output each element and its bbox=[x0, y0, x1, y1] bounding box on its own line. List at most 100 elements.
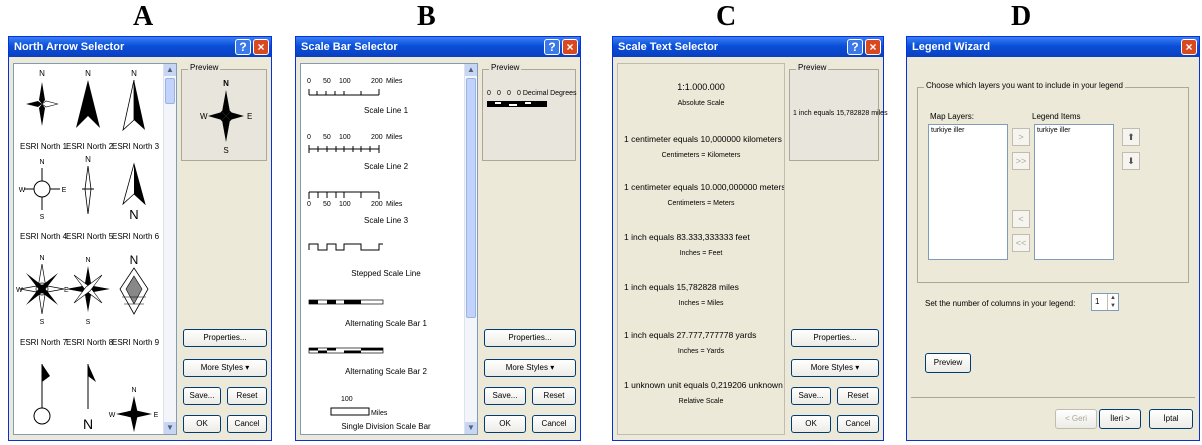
list-item-main: 1 unknown unit equals 0,219206 unknown u… bbox=[624, 380, 784, 390]
stepper-arrows-icon[interactable]: ▲ ▼ bbox=[1107, 294, 1118, 310]
scroll-up-icon[interactable]: ▲ bbox=[465, 64, 477, 76]
preview-button[interactable]: Preview bbox=[925, 353, 971, 373]
reset-button[interactable]: Reset bbox=[532, 387, 576, 405]
north-arrow-selector-window: North Arrow Selector ? × N N N N W E S N bbox=[8, 36, 272, 441]
properties-button[interactable]: Properties... bbox=[183, 329, 267, 347]
scrollbar[interactable]: ▲ ▼ bbox=[163, 64, 176, 434]
tick-label: 0 bbox=[307, 201, 311, 208]
map-layer-item[interactable]: turkiye iller bbox=[931, 127, 964, 134]
scale-bar-preview bbox=[487, 101, 547, 107]
cancel-button[interactable]: Cancel bbox=[837, 415, 879, 433]
save-button[interactable]: Save... bbox=[484, 387, 526, 405]
scale-text-list[interactable]: 1:1.000.000 Absolute Scale 1 centimeter … bbox=[617, 63, 785, 435]
save-button[interactable]: Save... bbox=[183, 387, 221, 405]
svg-text:N: N bbox=[39, 159, 44, 166]
panel-letter-b: B bbox=[417, 1, 436, 32]
panel-letter-a: A bbox=[133, 1, 154, 32]
add-all-layers-button[interactable]: >> bbox=[1012, 152, 1030, 170]
window-title: Legend Wizard bbox=[912, 41, 991, 53]
compass-n: N bbox=[223, 79, 229, 88]
cancel-button[interactable]: İptal bbox=[1149, 409, 1193, 429]
window-title: Scale Text Selector bbox=[618, 41, 719, 53]
list-item-label: Alternating Scale Bar 1 bbox=[345, 319, 427, 328]
unit-label: Miles bbox=[371, 410, 388, 417]
tick-label: 200 bbox=[371, 78, 383, 85]
list-item-sub: Centimeters = Kilometers bbox=[661, 152, 741, 159]
ok-button[interactable]: OK bbox=[791, 415, 831, 433]
ok-button[interactable]: OK bbox=[484, 415, 526, 433]
map-layers-list[interactable]: turkiye iller bbox=[928, 124, 1008, 260]
close-icon[interactable]: × bbox=[253, 39, 269, 55]
title-bar: Scale Bar Selector bbox=[296, 37, 580, 57]
help-icon[interactable]: ? bbox=[235, 39, 251, 55]
svg-text:W: W bbox=[19, 187, 26, 194]
list-item-main: 1:1.000.000 bbox=[677, 82, 725, 92]
more-styles-button[interactable]: More Styles ▾ bbox=[183, 359, 267, 377]
layers-group: Choose which layers you want to include … bbox=[917, 81, 1189, 283]
scale-text-selector-window: Scale Text Selector ? × 1:1.000.000 Abso… bbox=[612, 36, 888, 441]
tick-label: 100 bbox=[341, 396, 353, 403]
more-styles-button[interactable]: More Styles ▾ bbox=[791, 359, 879, 377]
dropdown-arrow-icon: ▾ bbox=[550, 363, 555, 372]
map-layers-label: Map Layers: bbox=[930, 112, 975, 121]
preview-unit: 0 Decimal Degrees bbox=[517, 90, 577, 97]
columns-stepper[interactable]: 1 ▲ ▼ bbox=[1091, 293, 1119, 311]
preview-text: 1 inch equals 15,782828 miles bbox=[793, 110, 888, 117]
close-icon[interactable]: × bbox=[562, 39, 578, 55]
columns-label: Set the number of columns in your legend… bbox=[925, 299, 1076, 308]
unit-label: Miles bbox=[386, 78, 403, 85]
preview-group: Preview 0 0 0 0 Decimal Degrees bbox=[482, 63, 577, 161]
legend-items-list[interactable]: turkiye iller bbox=[1034, 124, 1114, 260]
add-layer-button[interactable]: > bbox=[1012, 128, 1030, 146]
scroll-up-icon[interactable]: ▲ bbox=[164, 64, 176, 76]
help-icon[interactable]: ? bbox=[847, 39, 863, 55]
remove-all-layers-button[interactable]: << bbox=[1012, 234, 1030, 252]
move-up-icon[interactable]: ⬆ bbox=[1122, 128, 1140, 146]
divider bbox=[911, 397, 1195, 398]
list-item-label: ESRI North 1 bbox=[20, 142, 68, 151]
more-styles-button[interactable]: More Styles ▾ bbox=[484, 359, 576, 377]
save-button[interactable]: Save... bbox=[791, 387, 831, 405]
list-item-label: ESRI North 9 bbox=[112, 338, 160, 347]
properties-button[interactable]: Properties... bbox=[791, 329, 879, 347]
north-arrow-list[interactable]: N N N N WE S N N N W E S N S N N N W E E… bbox=[13, 63, 177, 435]
tick-label: 200 bbox=[371, 134, 383, 141]
compass-e: E bbox=[247, 112, 252, 121]
move-down-icon[interactable]: ⬇ bbox=[1122, 152, 1140, 170]
list-item-label: Single Division Scale Bar bbox=[341, 422, 431, 431]
close-icon[interactable]: × bbox=[1181, 39, 1197, 55]
svg-text:N: N bbox=[131, 69, 137, 78]
scroll-down-icon[interactable]: ▼ bbox=[164, 422, 176, 434]
tick-label: 100 bbox=[339, 78, 351, 85]
properties-button[interactable]: Properties... bbox=[484, 329, 576, 347]
help-icon[interactable]: ? bbox=[544, 39, 560, 55]
list-item-sub: Relative Scale bbox=[678, 398, 724, 405]
back-button[interactable]: < Geri bbox=[1055, 409, 1097, 429]
remove-layer-button[interactable]: < bbox=[1012, 210, 1030, 228]
cancel-button[interactable]: Cancel bbox=[227, 415, 267, 433]
scale-bar-list[interactable]: 0 50 100 200 Miles Scale Line 1 0 50 100… bbox=[300, 63, 478, 435]
panel-letter-c: C bbox=[716, 1, 737, 32]
list-item-main: 1 centimeter equals 10.000,000000 meters bbox=[624, 182, 785, 192]
close-icon[interactable]: × bbox=[865, 39, 881, 55]
scroll-down-icon[interactable]: ▼ bbox=[465, 422, 477, 434]
scrollbar[interactable]: ▲ ▼ bbox=[464, 64, 477, 434]
list-item-label: Stepped Scale Line bbox=[351, 269, 421, 278]
svg-text:N: N bbox=[85, 69, 91, 78]
reset-button[interactable]: Reset bbox=[837, 387, 879, 405]
reset-button[interactable]: Reset bbox=[227, 387, 267, 405]
tick-label: 0 bbox=[307, 78, 311, 85]
title-bar: Legend Wizard bbox=[907, 37, 1199, 57]
ok-button[interactable]: OK bbox=[183, 415, 221, 433]
legend-item[interactable]: turkiye iller bbox=[1037, 127, 1070, 134]
list-item-main: 1 inch equals 83.333,333333 feet bbox=[624, 232, 750, 242]
list-item-label: ESRI North 5 bbox=[66, 232, 114, 241]
north-arrow-glyphs: N N N N WE S N N N W E S N S N N N W E bbox=[16, 69, 159, 432]
scroll-thumb[interactable] bbox=[466, 78, 476, 318]
list-item-sub: Inches = Feet bbox=[679, 250, 723, 257]
next-button[interactable]: İleri > bbox=[1099, 409, 1141, 429]
scroll-thumb[interactable] bbox=[165, 78, 175, 104]
cancel-button[interactable]: Cancel bbox=[532, 415, 576, 433]
list-item-label: Alternating Scale Bar 2 bbox=[345, 367, 427, 376]
svg-text:W: W bbox=[109, 412, 116, 419]
